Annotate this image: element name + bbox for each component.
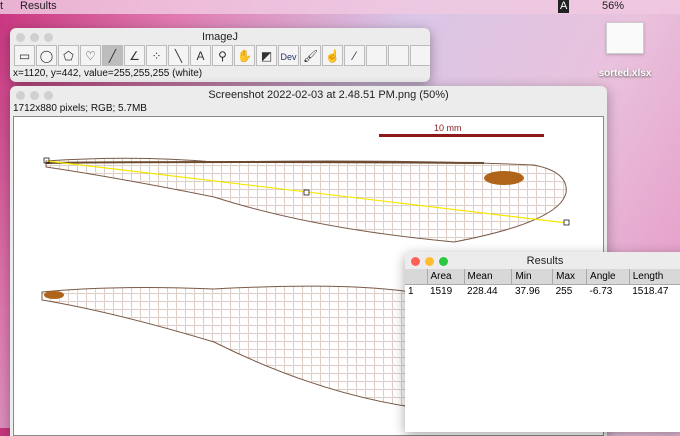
rectangle-icon: ▭	[18, 49, 31, 63]
menu-item[interactable]: t	[0, 0, 3, 13]
brush-tool-button[interactable]: 🖌	[300, 45, 321, 66]
column-header-min[interactable]: Min	[511, 269, 554, 285]
results-window: Results Area Mean Min Max Angle Length 1…	[405, 252, 680, 432]
column-header-max[interactable]: Max	[552, 269, 588, 285]
oval-tool-button[interactable]: ◯	[36, 45, 57, 66]
rectangle-tool-button[interactable]: ▭	[14, 45, 35, 66]
pterostigma	[484, 171, 524, 185]
cell: 1519	[430, 286, 453, 298]
angle-tool-button[interactable]: ∠	[124, 45, 145, 66]
image-info: 1712x880 pixels; RGB; 5.7MB	[13, 103, 147, 114]
freehand-icon: ♡	[85, 49, 96, 63]
battery-percent: 56%	[602, 0, 625, 12]
brush-icon: 🖌	[302, 49, 319, 63]
cell: 1518.47	[632, 286, 669, 298]
hand-icon: ✋	[237, 49, 252, 63]
text-icon: A	[196, 49, 205, 63]
close-button[interactable]	[16, 91, 25, 100]
line-icon: ╱	[108, 49, 117, 63]
hand-tool-button[interactable]: ✋	[234, 45, 255, 66]
wand-icon: ╲	[174, 49, 183, 63]
column-header[interactable]	[405, 269, 428, 285]
dropper-tool-button[interactable]: ⁄	[344, 45, 365, 66]
empty-tool-button[interactable]	[410, 45, 430, 66]
column-header-angle[interactable]: Angle	[586, 269, 630, 285]
cell: 228.44	[467, 286, 498, 298]
cell: -6.73	[589, 286, 613, 298]
upper-wing	[45, 157, 567, 243]
oval-icon: ◯	[39, 49, 54, 63]
text-tool-button[interactable]: A	[190, 45, 211, 66]
Dev-icon: Dev	[280, 52, 297, 62]
hand-tool-tool-button[interactable]: ☝	[322, 45, 343, 66]
window-title: ImageJ	[201, 31, 239, 43]
empty-tool-button[interactable]	[366, 45, 387, 66]
file-name: sorted.xlsx	[598, 68, 652, 79]
status-text: x=1120, y=442, value=255,255,255 (white)	[13, 68, 203, 79]
menu-bar: t Results A 56%	[0, 0, 680, 14]
freehand-tool-button[interactable]: ♡	[80, 45, 101, 66]
magnifier-tool-button[interactable]: ⚲	[212, 45, 233, 66]
polygon-icon: ⬠	[63, 49, 74, 63]
table-row[interactable]: 1 1519 228.44 37.96 255 -6.73 1518.47	[405, 284, 680, 299]
results-table: Area Mean Min Max Angle Length 1 1519 22…	[405, 269, 680, 299]
column-header-mean[interactable]: Mean	[464, 269, 513, 285]
empty-tool-button[interactable]	[388, 45, 409, 66]
angle-icon: ∠	[129, 49, 140, 63]
lower-wing	[41, 285, 412, 408]
line-tool-button[interactable]: ╱	[102, 45, 123, 66]
multipoint-icon: ⁘	[151, 49, 162, 63]
window-title: Screenshot 2022-02-03 at 2.48.51 PM.png …	[208, 89, 449, 101]
hand-tool-icon: ☝	[325, 49, 340, 63]
magnifier-icon: ⚲	[218, 49, 227, 63]
wand-tool-button[interactable]: ╲	[168, 45, 189, 66]
column-header-length[interactable]: Length	[629, 269, 680, 285]
cell: 255	[555, 286, 573, 298]
minimize-button[interactable]	[30, 91, 39, 100]
input-source-icon[interactable]: A	[558, 0, 570, 13]
multipoint-tool-button[interactable]: ⁘	[146, 45, 167, 66]
polygon-tool-button[interactable]: ⬠	[58, 45, 79, 66]
Dev-tool-button[interactable]: Dev	[278, 45, 299, 66]
menu-results[interactable]: Results	[20, 0, 57, 13]
window-title: Results	[526, 255, 564, 267]
desktop-file[interactable]: sorted.xlsx	[595, 22, 655, 79]
imagej-toolbar-window: ImageJ ▭◯⬠♡╱∠⁘╲A⚲✋◩Dev🖌☝⁄>> x=1120, y=44…	[10, 28, 430, 82]
spreadsheet-file-icon	[606, 22, 644, 54]
cell: 1	[408, 286, 414, 298]
column-header-area[interactable]: Area	[427, 269, 465, 285]
cell: 37.96	[514, 286, 540, 298]
color-picker-tool-button[interactable]: ◩	[256, 45, 277, 66]
dropper-icon: ⁄	[353, 49, 356, 63]
color-picker-icon: ◩	[260, 49, 273, 63]
